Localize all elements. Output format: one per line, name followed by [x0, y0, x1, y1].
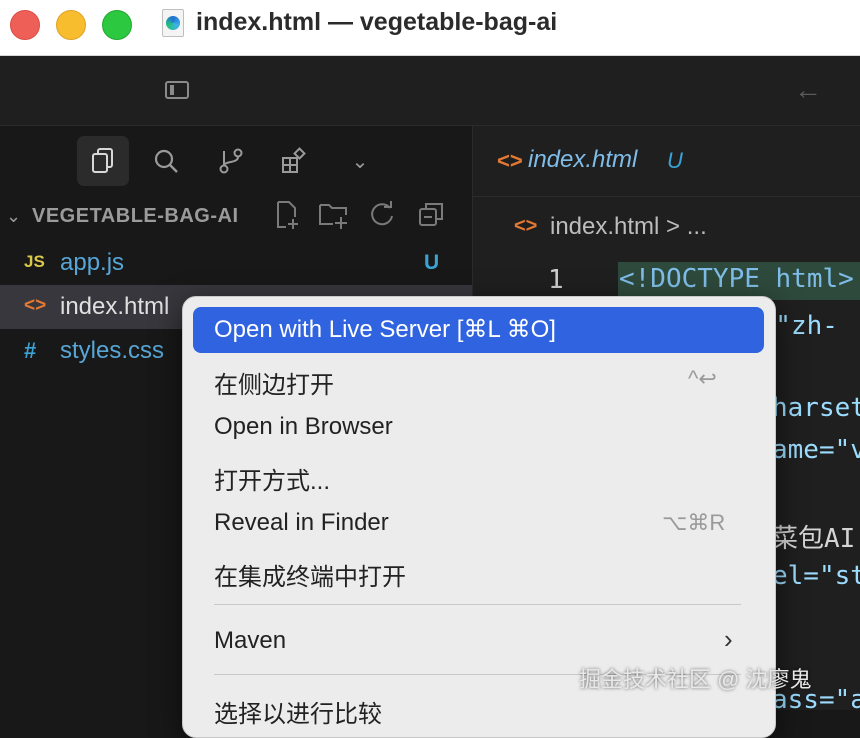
menu-item-open-with[interactable]: 打开方式... [214, 461, 330, 496]
code-line-doctype[interactable]: <!DOCTYPE html> [619, 264, 854, 294]
minimize-window-button[interactable] [56, 10, 86, 40]
collapse-all-icon[interactable] [417, 200, 445, 235]
more-chevron-icon[interactable]: ⌄ [334, 136, 386, 186]
toolbar [0, 56, 860, 126]
toggle-sidebar-icon[interactable] [165, 81, 189, 99]
shortcut-open-to-side: ^↩ [688, 366, 717, 391]
explorer-title[interactable]: VEGETABLE-BAG-AI [32, 205, 239, 228]
menu-item-open-in-browser[interactable]: Open in Browser [214, 413, 393, 441]
code-fragment-title[interactable]: 菜包AI [772, 518, 855, 555]
zoom-window-button[interactable] [102, 10, 132, 40]
js-file-icon: JS [24, 252, 45, 271]
menu-item-open-in-terminal[interactable]: 在集成终端中打开 [214, 557, 406, 592]
menu-item-label[interactable]: Open with Live Server [⌘L ⌘O] [214, 315, 556, 344]
collapse-chevron-icon[interactable]: ⌄ [6, 206, 21, 227]
menu-item-open-to-side[interactable]: 在侧边打开 [214, 365, 334, 400]
file-name-styles-css[interactable]: styles.css [60, 337, 164, 365]
breadcrumb-html-icon: <> [514, 215, 538, 237]
css-file-icon: # [24, 338, 37, 363]
refresh-icon[interactable] [368, 200, 396, 235]
file-name-app-js[interactable]: app.js [60, 249, 124, 277]
close-window-button[interactable] [10, 10, 40, 40]
new-file-icon[interactable] [274, 200, 302, 237]
breadcrumb[interactable]: index.html > ... [550, 213, 707, 241]
menu-separator [214, 604, 741, 605]
source-control-icon[interactable] [205, 136, 257, 186]
new-folder-icon[interactable] [318, 200, 350, 237]
explorer-icon[interactable] [77, 136, 129, 186]
extensions-icon[interactable] [268, 136, 320, 186]
back-arrow-icon[interactable]: ← [794, 74, 822, 106]
untracked-badge: U [424, 251, 440, 274]
shortcut-reveal-in-finder: ⌥⌘R [662, 510, 726, 535]
watermark: 掘金技术社区 @ 沈廖鬼 [579, 667, 812, 692]
menu-item-reveal-in-finder[interactable]: Reveal in Finder [214, 509, 389, 537]
window-title: index.html — vegetable-bag-ai [196, 8, 558, 36]
submenu-chevron-icon: › [724, 624, 733, 654]
menu-item-select-for-compare[interactable]: 选择以进行比较 [214, 694, 382, 729]
document-icon [162, 9, 184, 37]
html-file-icon: <> [24, 295, 47, 316]
tab-label[interactable]: index.html [528, 146, 637, 174]
file-name-index-html[interactable]: index.html [60, 293, 169, 321]
code-fragment-name[interactable]: ame="v [772, 435, 860, 465]
code-fragment-charset[interactable]: harset [772, 393, 860, 423]
tab-untracked-badge: U [667, 148, 683, 173]
html-file-icon: <> [497, 148, 523, 173]
menu-item-maven[interactable]: Maven [214, 627, 286, 655]
code-fragment-rel[interactable]: el="st [772, 561, 860, 591]
line-number: 1 [548, 265, 564, 295]
search-icon[interactable] [140, 136, 192, 186]
